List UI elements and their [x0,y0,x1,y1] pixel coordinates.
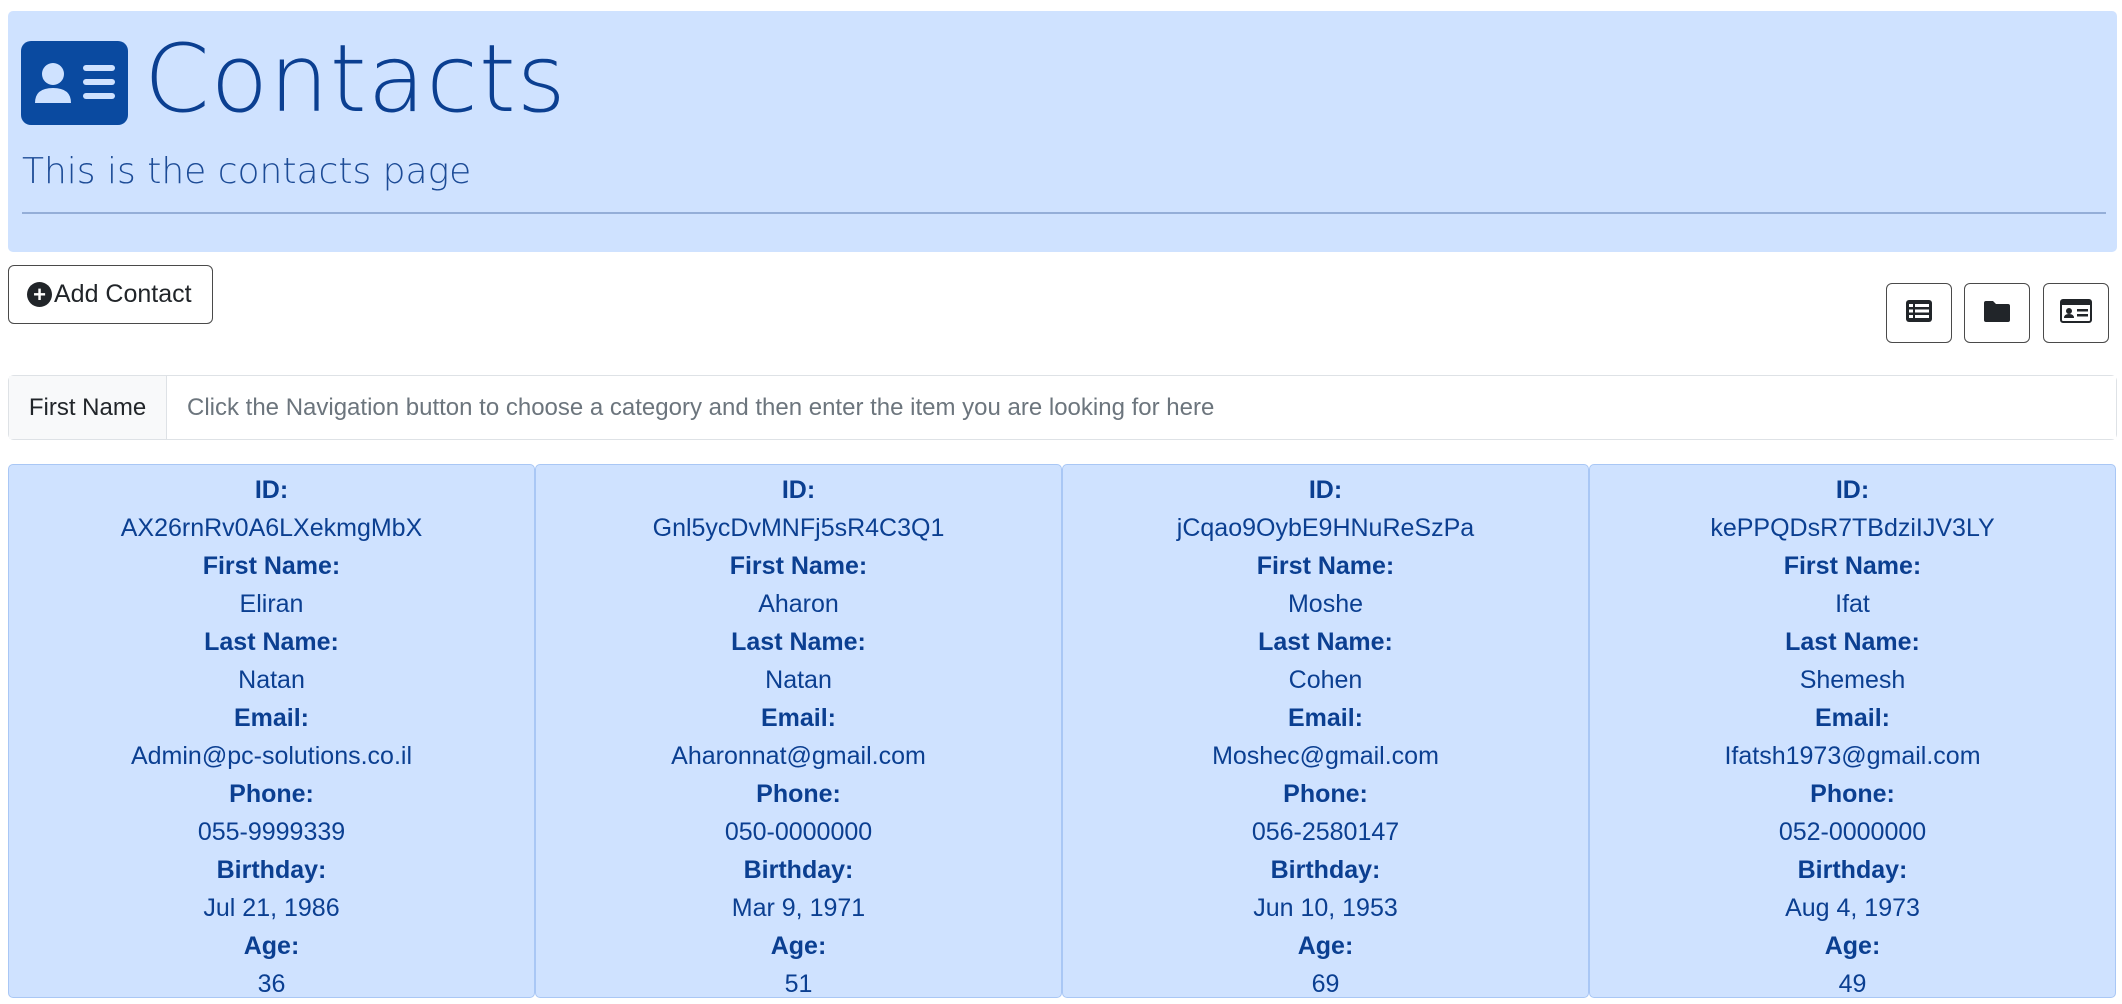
last-name-label: Last Name: [731,628,866,656]
id-value: jCqao9OybE9HNuReSzPa [1176,514,1475,542]
email-value: Moshec@gmail.com [1212,742,1439,770]
contact-cards: ID: AX26rnRv0A6LXekmgMbX First Name: Eli… [8,464,2117,1004]
folder-view-button[interactable] [1964,283,2030,343]
id-label: ID: [781,476,816,504]
table-view-button[interactable] [1886,283,1952,343]
first-name-label: First Name: [1256,552,1395,580]
phone-label: Phone: [1283,780,1368,808]
age-value: 36 [257,970,286,998]
first-name-label: First Name: [1783,552,1922,580]
contact-card[interactable]: ID: AX26rnRv0A6LXekmgMbX First Name: Eli… [8,464,535,998]
phone-label: Phone: [1810,780,1895,808]
age-label: Age: [1824,932,1881,960]
id-label: ID: [1835,476,1870,504]
search-bar: First Name [8,375,2117,440]
last-name-value: Cohen [1288,666,1363,694]
search-input[interactable] [167,376,2116,439]
birthday-label: Birthday: [216,856,327,884]
last-name-value: Natan [765,666,832,694]
phone-label: Phone: [229,780,314,808]
last-name-value: Natan [238,666,305,694]
age-value: 49 [1838,970,1867,998]
email-value: Ifatsh1973@gmail.com [1724,742,1981,770]
last-name-value: Shemesh [1799,666,1906,694]
birthday-label: Birthday: [1270,856,1381,884]
first-name-value: Eliran [239,590,304,618]
phone-value: 050-0000000 [724,818,873,846]
phone-value: 056-2580147 [1251,818,1400,846]
search-category-button[interactable]: First Name [9,376,167,439]
table-list-icon [1905,299,1933,328]
birthday-label: Birthday: [1797,856,1908,884]
first-name-label: First Name: [729,552,868,580]
phone-label: Phone: [756,780,841,808]
id-value: Gnl5ycDvMNFj5sR4C3Q1 [652,514,945,542]
age-label: Age: [770,932,827,960]
id-label: ID: [254,476,289,504]
contact-card[interactable]: ID: Gnl5ycDvMNFj5sR4C3Q1 First Name: Aha… [535,464,1062,998]
card-view-button[interactable] [2043,283,2109,343]
first-name-value: Aharon [758,590,839,618]
last-name-label: Last Name: [204,628,339,656]
contact-card[interactable]: ID: jCqao9OybE9HNuReSzPa First Name: Mos… [1062,464,1589,998]
add-contact-button[interactable]: + Add Contact [8,265,213,324]
contact-card-icon [21,41,128,125]
birthday-value: Jun 10, 1953 [1253,894,1398,922]
first-name-value: Ifat [1835,590,1870,618]
age-label: Age: [243,932,300,960]
id-card-icon [2060,298,2092,328]
email-label: Email: [760,704,837,732]
phone-value: 052-0000000 [1778,818,1927,846]
age-value: 69 [1311,970,1340,998]
id-label: ID: [1308,476,1343,504]
page-title: Contacts [144,25,567,134]
email-label: Email: [1814,704,1891,732]
folder-icon [1983,299,2011,328]
age-label: Age: [1297,932,1354,960]
email-label: Email: [233,704,310,732]
first-name-value: Moshe [1287,590,1364,618]
phone-value: 055-9999339 [197,818,346,846]
page-subtitle: This is the contacts page [22,151,472,192]
email-label: Email: [1287,704,1364,732]
id-value: AX26rnRv0A6LXekmgMbX [120,514,423,542]
email-value: Aharonnat@gmail.com [671,742,926,770]
add-contact-label: Add Contact [54,280,192,308]
age-value: 51 [784,970,813,998]
first-name-label: First Name: [202,552,341,580]
last-name-label: Last Name: [1785,628,1920,656]
contact-card[interactable]: ID: kePPQDsR7TBdziIJV3LY First Name: Ifa… [1589,464,2116,998]
id-value: kePPQDsR7TBdziIJV3LY [1710,514,1995,542]
page-header: Contacts This is the contacts page [8,11,2117,252]
birthday-value: Jul 21, 1986 [203,894,340,922]
email-value: Admin@pc-solutions.co.il [130,742,413,770]
plus-circle-icon: + [27,282,52,307]
birthday-value: Mar 9, 1971 [731,894,866,922]
header-divider [22,212,2106,214]
last-name-label: Last Name: [1258,628,1393,656]
birthday-value: Aug 4, 1973 [1785,894,1920,922]
contacts-page: Contacts This is the contacts page + Add… [0,0,2122,1004]
birthday-label: Birthday: [743,856,854,884]
